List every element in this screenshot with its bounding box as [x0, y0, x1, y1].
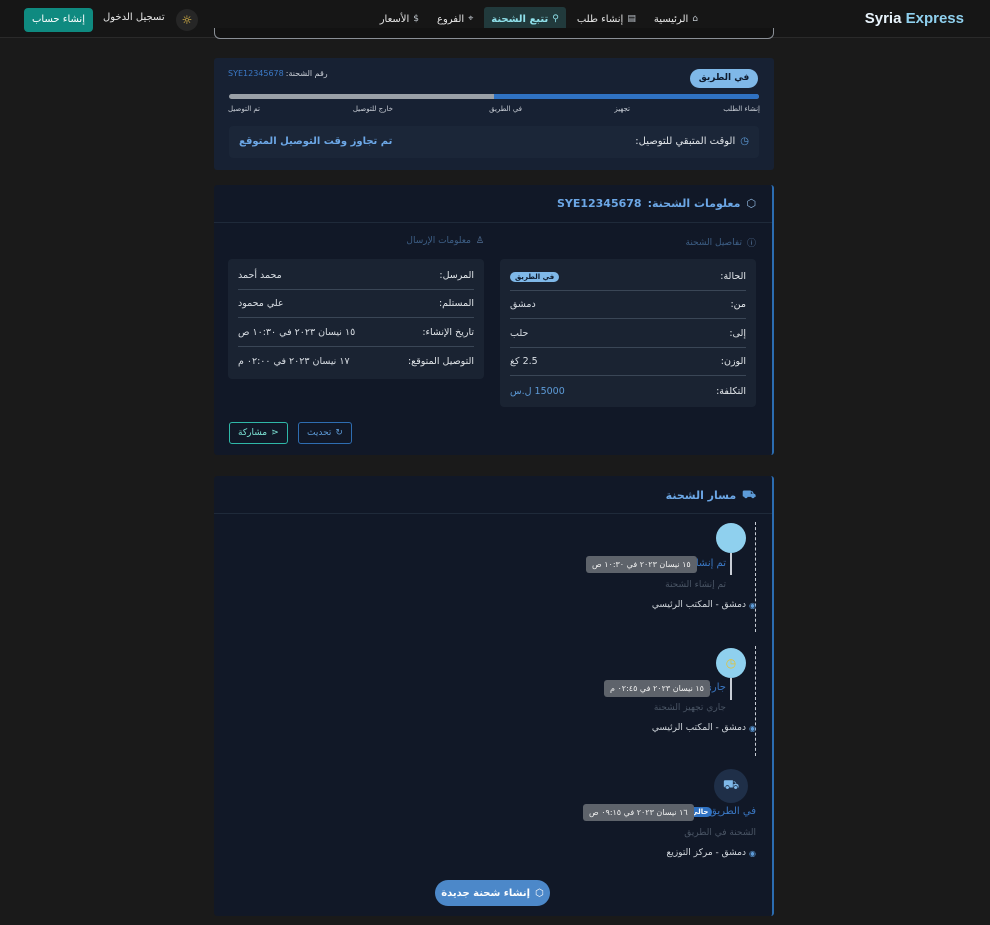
location-pin-icon: ⌖ — [468, 14, 474, 24]
eta-label: الوقت المتبقي للتوصيل: — [635, 136, 736, 147]
new-shipment-button[interactable]: ⬡ إنشاء شحنة جديدة — [435, 880, 550, 906]
shipment-info-card: ⬡ معلومات الشحنة: SYE12345678 ⓘ تفاصيل ال… — [214, 185, 774, 455]
timeline-event-desc: الشحنة في الطريق — [684, 828, 756, 838]
detail-row-from: من: دمشق — [510, 291, 746, 319]
timeline-dot: ◷ — [716, 648, 746, 678]
info-tracking-number: SYE12345678 — [556, 197, 642, 210]
location-pin-icon: ◉ — [749, 600, 756, 610]
eta-value: تم تجاوز وقت التوصيل المتوقع — [239, 136, 393, 147]
created-date-row: تاريخ الإنشاء: ١٥ نيسان ٢٠٢٣ في ١٠:٣٠ ص — [238, 319, 474, 347]
step-label: تم التوصيل — [228, 105, 260, 113]
timeline-line — [755, 522, 756, 632]
timeline-stem — [730, 678, 732, 700]
progress-bar — [229, 94, 759, 99]
detail-row-weight: الوزن: 2.5 كغ — [510, 348, 746, 376]
tracking-number: SYE12345678 — [228, 69, 284, 78]
user-icon: ♙ — [475, 236, 484, 246]
detail-row-cost: التكلفة: 15000 ل.س — [510, 385, 746, 397]
clock-icon: ◷ — [740, 136, 749, 147]
eta-box: ◷ الوقت المتبقي للتوصيل: تم تجاوز وقت الت… — [229, 126, 759, 158]
timeline-event-time: ١٥ نيسان ٢٠٢٣ في ٠٢:٤٥ م — [604, 680, 710, 697]
signup-button[interactable]: إنشاء حساب — [24, 8, 93, 32]
status-badge: في الطريق — [690, 69, 758, 88]
timeline-event-location: ◉ دمشق - مركز التوزيع — [666, 848, 756, 858]
document-icon: ▤ — [627, 14, 636, 24]
status-badge: في الطريق — [510, 271, 560, 282]
step-label: تجهيز — [614, 105, 630, 113]
tracking-number-line: رقم الشحنة:SYE12345678 — [228, 69, 328, 78]
step-label: خارج للتوصيل — [352, 105, 393, 113]
sun-icon: ☼ — [181, 13, 193, 27]
sender-box: المرسل: محمد أحمد المستلم: علي محمود تاريخ… — [228, 259, 484, 379]
clock-icon: ◷ — [725, 656, 737, 670]
timeline-dot — [716, 523, 746, 553]
timeline-event-title: في الطريق — [709, 806, 756, 817]
divider — [214, 513, 772, 514]
location-pin-icon: ◉ — [749, 723, 756, 733]
login-button[interactable]: تسجيل الدخول — [103, 12, 165, 23]
progress-fill — [494, 94, 759, 99]
sender-section-title: ♙ معلومات الإرسال — [406, 236, 484, 246]
timeline-dot-current: ⛟ — [714, 769, 748, 803]
detail-row-status: الحالة: في الطريق — [510, 263, 746, 291]
timeline-event-time: ١٥ نيسان ٢٠٢٣ في ١٠:٣٠ ص — [586, 556, 697, 573]
timeline-event-desc: جاري تجهيز الشحنة — [653, 703, 726, 713]
search-panel-edge — [214, 28, 774, 39]
timeline-line — [755, 646, 756, 756]
home-icon: ⌂ — [692, 14, 698, 24]
search-icon: ⚲ — [552, 14, 559, 24]
info-icon: ⓘ — [746, 239, 756, 249]
shipment-route-card: ⛟مسار الشحنة تم إنشاء الشحنة ١٥ نيسان ٢٠… — [214, 476, 774, 916]
step-label: إنشاء الطلب — [723, 105, 760, 113]
timeline-stem — [730, 553, 732, 575]
location-pin-icon: ◉ — [749, 848, 756, 858]
shipment-status-card: في الطريق رقم الشحنة:SYE12345678 إنشاء ا… — [214, 58, 774, 170]
timeline-event-time: ١٦ نيسان ٢٠٢٣ في ٠٩:١٥ ص — [583, 804, 694, 821]
timeline-event-location: ◉ دمشق - المكتب الرئيسي — [651, 723, 756, 733]
recipient-row: المستلم: علي محمود — [238, 290, 474, 318]
package-icon: ⬡ — [746, 197, 756, 210]
step-label: في الطريق — [489, 105, 522, 113]
package-icon: ⬡ — [535, 887, 544, 899]
card-title: ⛟ مسار الشحنة — [665, 488, 756, 502]
theme-toggle-button[interactable]: ☼ — [176, 9, 198, 31]
details-section-title: ⓘ تفاصيل الشحنة — [685, 237, 756, 250]
details-box: الحالة: في الطريق من: دمشق إلى: حلب الوزن: 2… — [500, 259, 756, 407]
detail-row-to: إلى: حلب — [510, 320, 746, 348]
truck-icon: ⛟ — [722, 777, 740, 793]
divider — [214, 222, 772, 223]
expected-delivery-row: التوصيل المتوقع: ١٧ نيسان ٢٠٢٣ في ٠٢:٠٠ م — [238, 355, 474, 367]
progress-steps: إنشاء الطلب تجهيز في الطريق خارج للتوصيل… — [228, 105, 760, 115]
truck-icon: ⛟ — [742, 488, 756, 501]
sender-row: المرسل: محمد أحمد — [238, 262, 474, 290]
share-button[interactable]: ⋖ مشاركة — [229, 422, 288, 444]
brand-logo[interactable]: Syria Express — [865, 10, 964, 27]
dollar-icon: $ — [413, 14, 419, 24]
refresh-icon: ↻ — [335, 428, 343, 438]
refresh-button[interactable]: ↻ تحديث — [298, 422, 352, 444]
share-icon: ⋖ — [271, 428, 279, 438]
timeline-event-desc: تم إنشاء الشحنة — [665, 580, 726, 590]
timeline-event-location: ◉ دمشق - المكتب الرئيسي — [651, 600, 756, 610]
card-title: ⬡ معلومات الشحنة: SYE12345678 — [556, 197, 756, 210]
